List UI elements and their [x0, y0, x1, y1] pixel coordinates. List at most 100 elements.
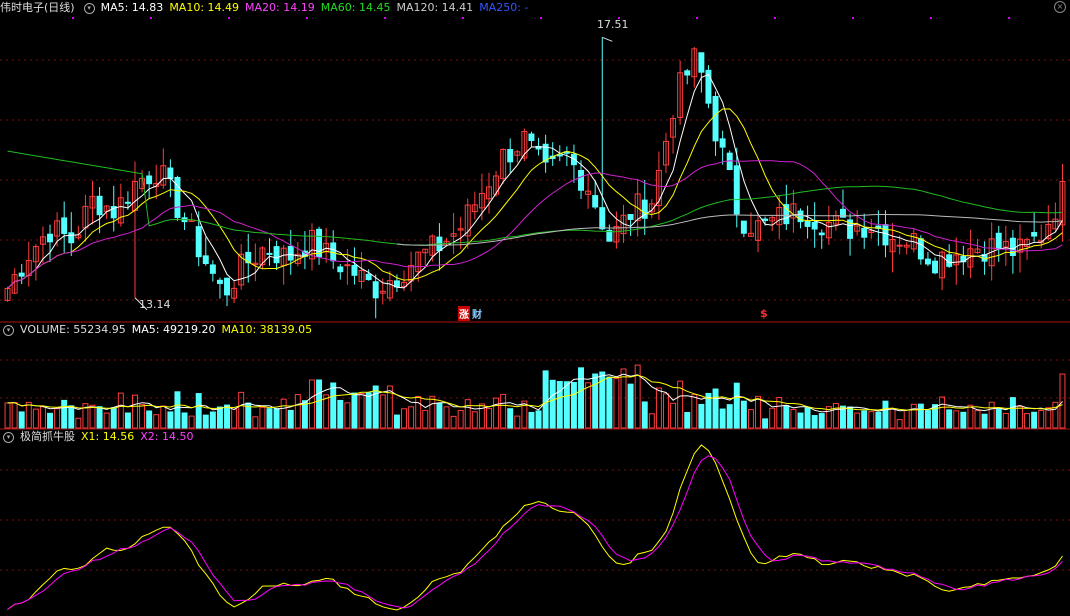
- candle-down: [804, 221, 811, 227]
- event-marker: [852, 17, 854, 19]
- volume-bar-down: [549, 379, 556, 429]
- volume-bar-up: [486, 407, 492, 429]
- candle-down: [18, 272, 25, 277]
- volume-bar-down: [167, 411, 174, 429]
- indicator-x2-line: [7, 455, 1063, 610]
- volume-bar-down: [924, 410, 931, 429]
- candle-down: [740, 220, 747, 234]
- event-marker: [228, 17, 230, 19]
- candle-down: [273, 246, 280, 264]
- volume-bar-up: [280, 398, 287, 429]
- tag-zhang[interactable]: 涨: [458, 306, 470, 321]
- volume-bar-up: [4, 402, 11, 429]
- volume-bar-down: [393, 414, 400, 429]
- volume-bar-up: [408, 406, 415, 429]
- volume-bar-up: [939, 396, 946, 429]
- candle-down: [287, 245, 294, 261]
- tag-cai[interactable]: 财: [472, 306, 482, 321]
- volume-bar-down: [528, 411, 535, 429]
- volume-bar-down: [811, 415, 818, 429]
- volume-bar-down: [995, 407, 1002, 429]
- candle-down: [351, 264, 358, 276]
- volume-bar-down: [804, 407, 811, 429]
- volume-bar-up: [464, 399, 471, 429]
- volume-bar-up: [252, 416, 259, 429]
- volume-bar-down: [124, 412, 131, 429]
- candle-down: [337, 266, 344, 273]
- event-marker: [150, 17, 152, 19]
- volume-bar-down: [372, 385, 379, 429]
- event-marker: [384, 17, 386, 19]
- volume-bar-up: [344, 402, 351, 429]
- volume-bar-up: [160, 405, 167, 429]
- ma120-line: [396, 214, 1063, 246]
- volume-bar-up: [747, 409, 754, 429]
- volume-bar-down: [266, 408, 273, 429]
- candle-down: [818, 232, 825, 236]
- volume-bar-up: [988, 401, 995, 429]
- volume-bar-up: [1059, 373, 1066, 429]
- candle-down: [882, 224, 889, 246]
- candle-down: [216, 279, 223, 284]
- volume-bar-down: [627, 383, 634, 429]
- volume-bar-down: [330, 382, 337, 429]
- volume-bar-down: [719, 408, 726, 429]
- volume-bar-down: [797, 412, 804, 429]
- volume-bar-up: [663, 393, 669, 429]
- volume-bar-down: [68, 405, 75, 429]
- volume-bar-up: [1038, 410, 1045, 429]
- volume-bar-down: [570, 381, 577, 429]
- volume-bar-up: [89, 404, 96, 429]
- candle-down: [124, 201, 131, 204]
- volume-bar-down: [740, 400, 747, 429]
- volume-bar-up: [769, 407, 776, 429]
- volume-bar-up: [422, 409, 429, 429]
- volume-bar-up: [379, 394, 386, 429]
- volume-bar-down: [146, 410, 153, 429]
- volume-bar-up: [1045, 407, 1052, 429]
- volume-bar-down: [981, 413, 988, 429]
- event-marker: [1008, 17, 1010, 19]
- volume-bar-down: [556, 381, 563, 429]
- tag-dollar[interactable]: $: [760, 307, 768, 320]
- candle-down: [146, 175, 153, 185]
- ma10-line: [7, 108, 1063, 289]
- volume-bar-up: [457, 409, 464, 429]
- volume-bar-down: [224, 404, 230, 429]
- volume-bar-up: [103, 412, 110, 429]
- volume-bar-up: [1052, 401, 1059, 429]
- candle-down: [627, 214, 634, 220]
- volume-bar-down: [316, 379, 323, 429]
- volume-bar-up: [231, 408, 238, 429]
- volume-bar-down: [847, 406, 854, 429]
- candle-down: [365, 273, 372, 281]
- volume-bar-up: [967, 404, 974, 429]
- volume-bar-up: [309, 379, 315, 429]
- volume-bar-down: [96, 406, 103, 429]
- volume-bar-up: [401, 408, 407, 429]
- volume-bar-down: [202, 414, 209, 429]
- volume-bar-up: [500, 393, 507, 429]
- volume-bar-up: [132, 394, 138, 429]
- event-marker: [696, 17, 698, 19]
- volume-bar-down: [726, 404, 733, 429]
- candle-down: [684, 70, 691, 76]
- volume-bar-down: [1009, 397, 1016, 429]
- volume-bar-up: [429, 395, 436, 429]
- volume-bar-down: [606, 376, 613, 429]
- volume-bar-down: [578, 367, 584, 429]
- volume-bar-down: [195, 393, 202, 429]
- volume-bar-down: [698, 403, 705, 429]
- volume-bar-down: [174, 391, 181, 429]
- candle-down: [68, 232, 75, 244]
- volume-bar-up: [613, 378, 620, 429]
- candle-down: [811, 221, 818, 230]
- volume-bar-down: [436, 402, 443, 429]
- candle-down: [61, 217, 68, 234]
- candle-up: [344, 264, 351, 267]
- high-price-label: 17.51: [597, 18, 629, 31]
- volume-bar-up: [854, 412, 861, 429]
- volume-bar-up: [443, 406, 450, 429]
- volume-bar-up: [75, 417, 82, 429]
- volume-bar-down: [563, 381, 570, 429]
